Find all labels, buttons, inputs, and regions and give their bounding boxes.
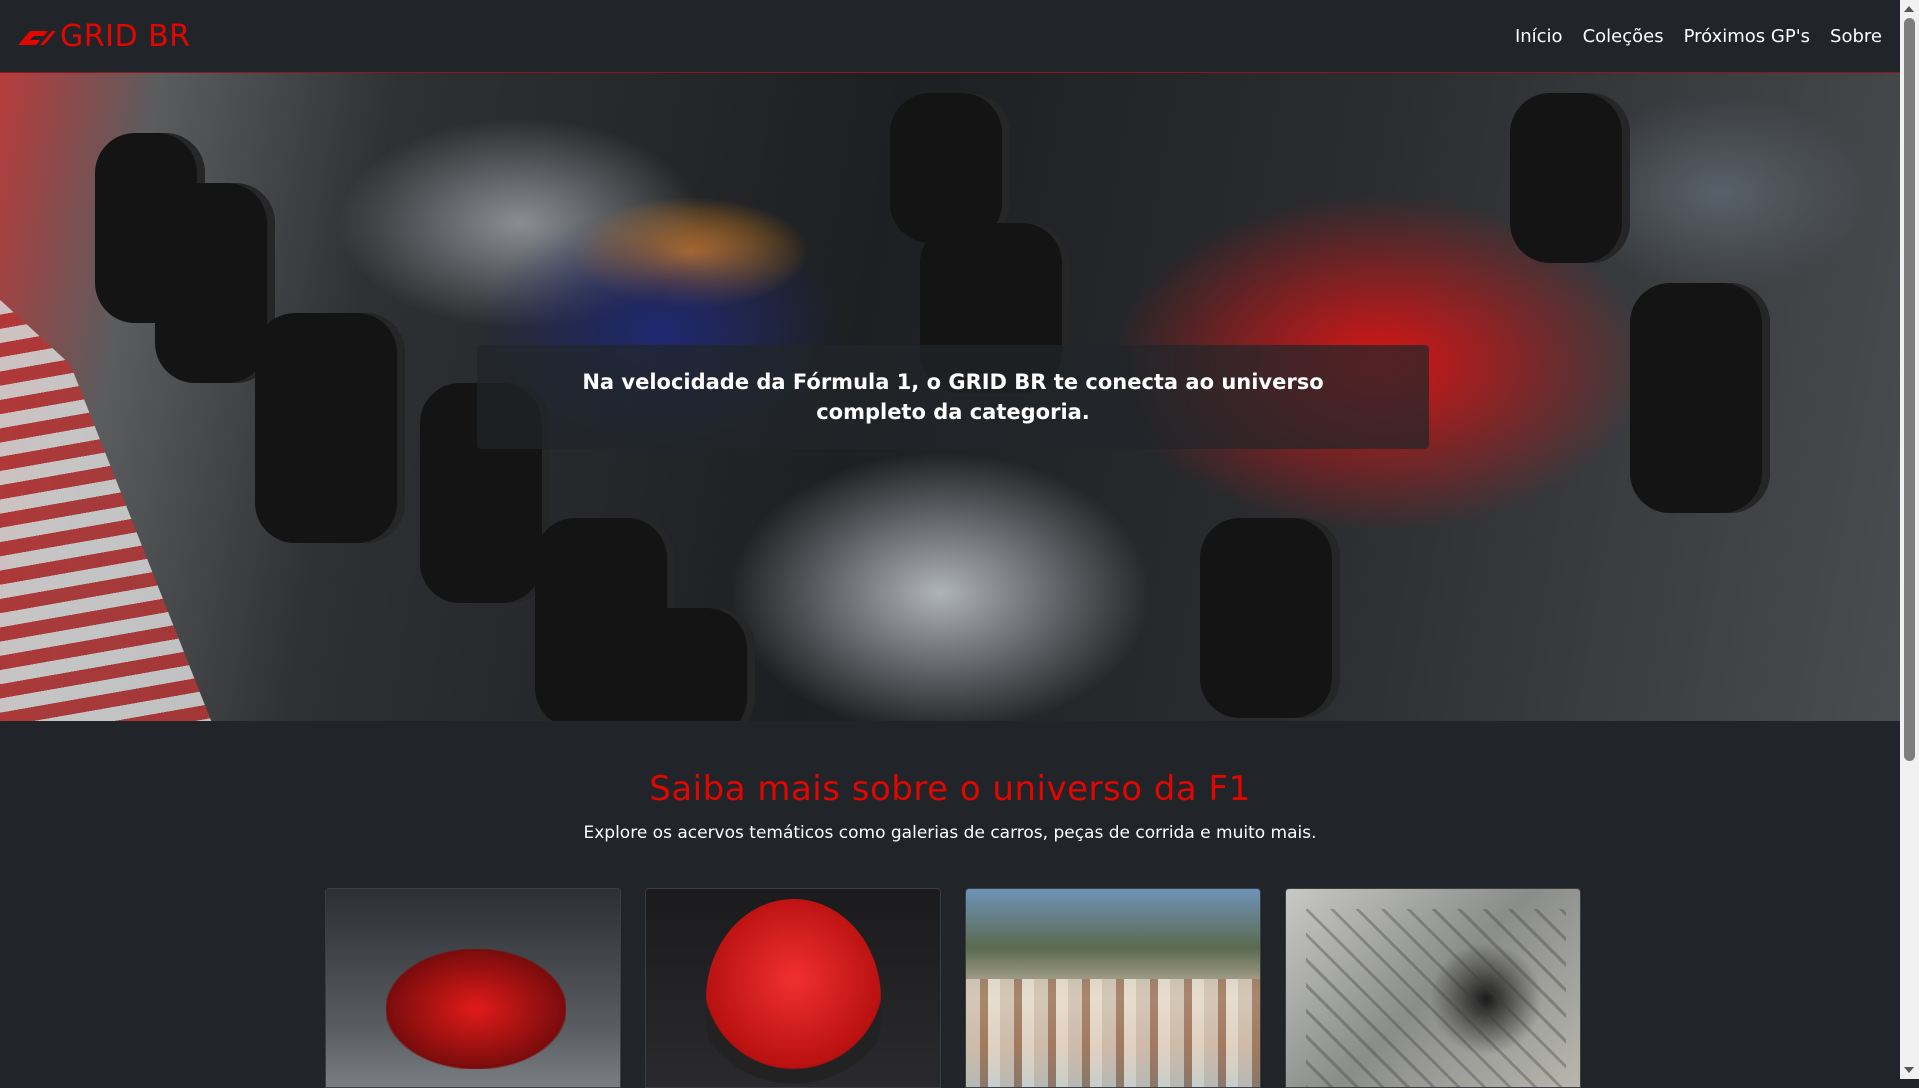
mechanics-image <box>1306 909 1566 1087</box>
brand-link[interactable]: GRID BR <box>16 19 191 54</box>
hero-banner: Na velocidade da Fórmula 1, o GRID BR te… <box>0 73 1900 721</box>
section-subtitle: Explore os acervos temáticos como galeri… <box>583 823 1317 843</box>
hero-tyre <box>1510 93 1630 263</box>
navbar: GRID BR Início Coleções Próximos GP's So… <box>0 0 1900 73</box>
scroll-down-arrow-icon[interactable] <box>1904 1067 1914 1073</box>
hero-tyre <box>1200 518 1340 718</box>
hero-caption: Na velocidade da Fórmula 1, o GRID BR te… <box>582 370 1324 424</box>
nav-link-colecoes[interactable]: Coleções <box>1583 26 1664 47</box>
nav-link-inicio[interactable]: Início <box>1515 26 1563 47</box>
card-ferrari-car[interactable] <box>325 888 621 1088</box>
scroll-up-arrow-icon[interactable] <box>1904 6 1914 12</box>
hero-caption-box: Na velocidade da Fórmula 1, o GRID BR te… <box>477 345 1429 449</box>
card-pit-mechanics[interactable] <box>1285 888 1581 1088</box>
car-image <box>386 949 566 1069</box>
section-title: Saiba mais sobre o universo da F1 <box>649 769 1251 809</box>
f1-logo-icon <box>18 31 56 45</box>
nav-link-sobre[interactable]: Sobre <box>1830 26 1882 47</box>
intro-section: Saiba mais sobre o universo da F1 Explor… <box>0 721 1900 843</box>
hero-tyre <box>255 313 405 543</box>
city-image <box>966 979 1260 1087</box>
nav-links: Início Coleções Próximos GP's Sobre <box>1515 26 1882 47</box>
card-driver-helmet[interactable] <box>645 888 941 1088</box>
brand-text: GRID BR <box>60 18 191 54</box>
hero-tyre <box>890 93 1010 243</box>
hero-tyre <box>1630 283 1770 513</box>
collection-cards <box>325 888 1581 1088</box>
nav-link-proximos-gps[interactable]: Próximos GP's <box>1684 26 1810 47</box>
hero-tyre <box>605 608 755 721</box>
scrollbar-thumb[interactable] <box>1904 18 1915 761</box>
helmet-image <box>706 899 881 1087</box>
page-scrollbar[interactable] <box>1900 0 1919 1079</box>
card-monaco-city[interactable] <box>965 888 1261 1088</box>
